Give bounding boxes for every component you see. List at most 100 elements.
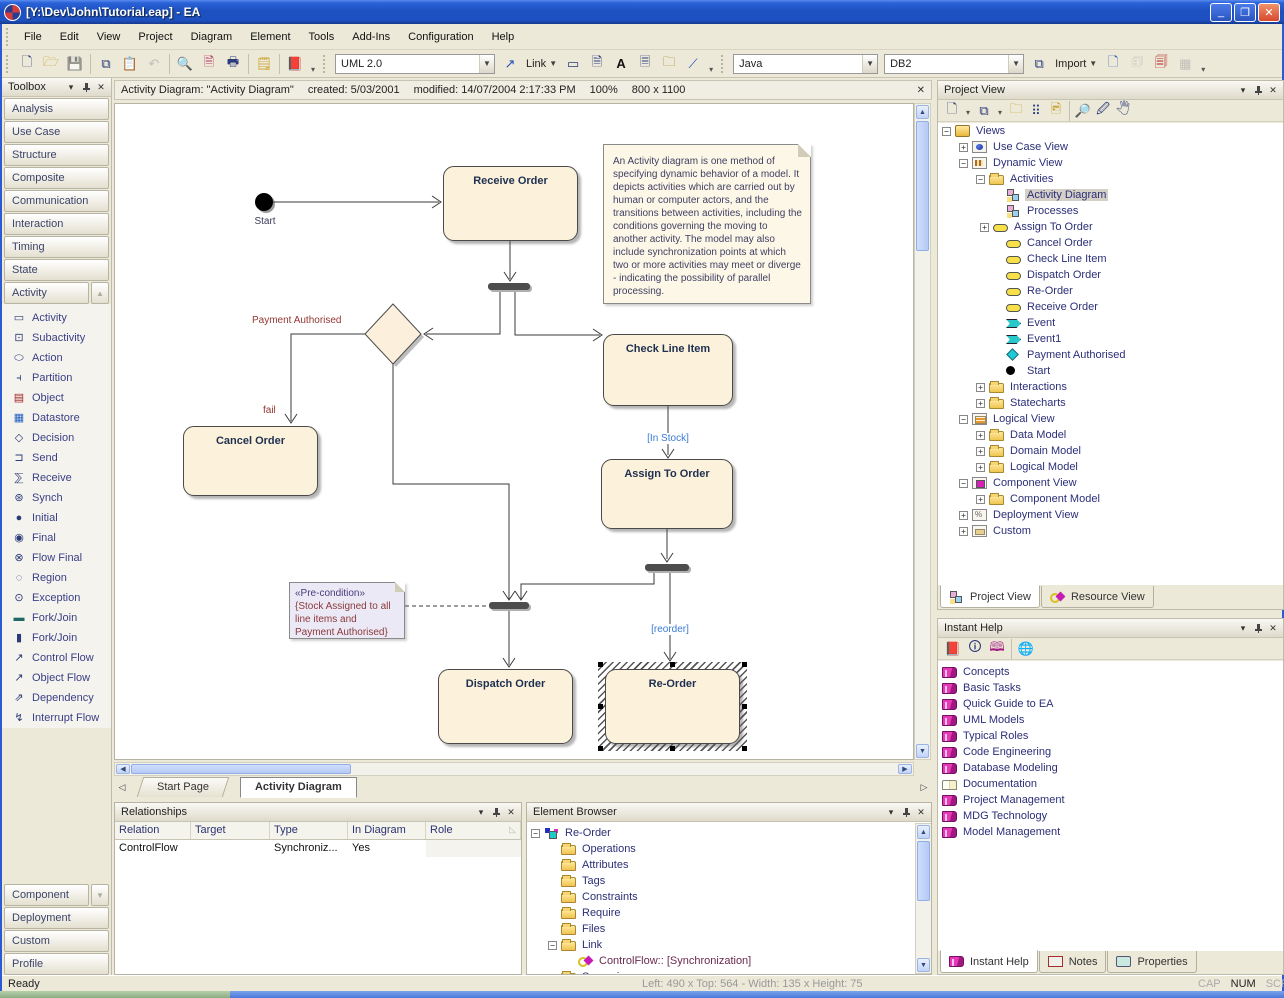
tree-item-component-view[interactable]: −Component View [938, 475, 1283, 491]
toolbox-item-exception[interactable]: ⊙Exception [2, 588, 111, 608]
page-add-icon[interactable]: 🗋 [1102, 53, 1124, 75]
tree-item-start[interactable]: Start [938, 363, 1283, 379]
tree-item-activities[interactable]: −Activities [938, 171, 1283, 187]
tree-item-cancel-order[interactable]: Cancel Order [938, 235, 1283, 251]
tab-properties[interactable]: Properties [1107, 951, 1196, 973]
toolbox-section-timing[interactable]: Timing [4, 236, 109, 258]
scroll-down-icon[interactable]: ▼ [917, 958, 930, 972]
help-item-quick-guide[interactable]: Quick Guide to EA [938, 696, 1283, 712]
toolbox-section-composite[interactable]: Composite [4, 167, 109, 189]
paste-icon[interactable]: 📋 [119, 53, 141, 75]
canvas-horizontal-scrollbar[interactable]: ◀ ▶ [114, 762, 914, 776]
pin-icon[interactable] [899, 805, 913, 819]
tree-item-assign-to-order[interactable]: +Assign To Order [938, 219, 1283, 235]
new-file-icon[interactable]: 🗋 [16, 53, 38, 75]
toolbox-section-deployment[interactable]: Deployment [4, 907, 109, 929]
rectangle-tool-icon[interactable]: ▭ [562, 53, 584, 75]
panel-menu-icon[interactable]: ▾ [1236, 621, 1250, 635]
selection-handle[interactable] [742, 704, 747, 709]
notes-icon[interactable]: 🗒 [253, 53, 275, 75]
tab-instant-help[interactable]: Instant Help [940, 950, 1038, 973]
column-relation[interactable]: Relation [115, 822, 191, 839]
chevron-down-icon[interactable]: ▼ [1008, 55, 1023, 73]
tree-item-re-order[interactable]: −Re-Order [527, 825, 931, 841]
tree-item-dynamic-view[interactable]: −Dynamic View [938, 155, 1283, 171]
node-check-line-item[interactable]: Check Line Item [603, 334, 733, 406]
tab-scroll-left-icon[interactable]: ◁ [114, 778, 130, 796]
toolbox-section-state[interactable]: State [4, 259, 109, 281]
tab-notes[interactable]: Notes [1039, 951, 1107, 973]
hand-icon[interactable]: 🖑 [1114, 100, 1132, 122]
tree-item-component-model[interactable]: +Component Model [938, 491, 1283, 507]
help-item-basic-tasks[interactable]: Basic Tasks [938, 680, 1283, 696]
link-dropdown[interactable]: Link ▼ [522, 56, 561, 72]
column-target[interactable]: Target [191, 822, 270, 839]
tab-start-page[interactable]: Start Page [137, 777, 229, 797]
help-item-project-management[interactable]: Project Management [938, 792, 1283, 808]
tree-item-re-order[interactable]: Re-Order [938, 283, 1283, 299]
help-icon[interactable]: 🛈 [965, 638, 985, 660]
menu-tools[interactable]: Tools [300, 27, 344, 47]
diagram-canvas[interactable]: An Activity diagram is one method of spe… [114, 103, 914, 760]
print-icon[interactable]: 🖶 [222, 53, 244, 75]
generate-icon[interactable]: ▦ [1174, 53, 1196, 75]
menu-gripper[interactable] [6, 28, 11, 46]
tree-item-files[interactable]: Files [527, 921, 931, 937]
selection-handle[interactable] [598, 704, 603, 709]
node-dispatch-order[interactable]: Dispatch Order [438, 669, 573, 744]
tree-item-controlflow[interactable]: ControlFlow:: [Synchronization] [527, 953, 931, 969]
help-book-icon[interactable]: 📕 [284, 53, 306, 75]
toolbox-item-decision[interactable]: ◇Decision [2, 428, 111, 448]
tree-item-require[interactable]: Require [527, 905, 931, 921]
tree-item-payment-authorised[interactable]: Payment Authorised [938, 347, 1283, 363]
close-icon[interactable]: ✕ [94, 80, 108, 94]
toolbox-scroll-up-icon[interactable]: ▲ [91, 282, 109, 304]
selection-handle[interactable] [670, 746, 675, 751]
quill-icon[interactable]: 🖉 [1094, 100, 1112, 122]
tab-activity-diagram[interactable]: Activity Diagram [240, 777, 357, 798]
panel-menu-icon[interactable]: ▾ [1236, 83, 1250, 97]
language-combo[interactable]: Java ▼ [733, 54, 878, 74]
pin-icon[interactable] [79, 80, 93, 94]
tree-item-views[interactable]: −Views [938, 123, 1283, 139]
help-item-mdg-technology[interactable]: MDG Technology [938, 808, 1283, 824]
toolbox-section-custom[interactable]: Custom [4, 930, 109, 952]
tree-item-attributes[interactable]: Attributes [527, 857, 931, 873]
panel-menu-icon[interactable]: ▾ [474, 805, 488, 819]
node-receive-order[interactable]: Receive Order [443, 166, 578, 241]
document-tool-icon[interactable]: 🗏 [634, 53, 656, 75]
tree-item-deployment-view[interactable]: +Deployment View [938, 507, 1283, 523]
toolbox-section-component[interactable]: Component [4, 884, 89, 906]
close-icon[interactable]: ✕ [504, 805, 518, 819]
toolbox-scroll-down-icon[interactable]: ▼ [91, 884, 109, 906]
print-preview-icon[interactable]: 🔍 [174, 53, 196, 75]
toolbox-section-activity[interactable]: Activity [4, 282, 89, 304]
scroll-right-icon[interactable]: ▶ [898, 764, 912, 774]
vertical-scroll-thumb[interactable] [917, 841, 930, 901]
pin-icon[interactable] [1251, 83, 1265, 97]
book-icon[interactable]: 📕 [943, 638, 963, 660]
documentation-note[interactable]: An Activity diagram is one method of spe… [603, 144, 811, 304]
minimize-button[interactable]: _ [1210, 3, 1232, 22]
chevron-down-icon[interactable]: ▾ [994, 104, 1006, 118]
toolbox-item-final[interactable]: ◉Final [2, 528, 111, 548]
node-cancel-order[interactable]: Cancel Order [183, 426, 318, 496]
menu-project[interactable]: Project [129, 27, 181, 47]
toolbox-section-interaction[interactable]: Interaction [4, 213, 109, 235]
toolbox-section-structure[interactable]: Structure [4, 144, 109, 166]
pin-icon[interactable] [489, 805, 503, 819]
toolbox-item-datastore[interactable]: ▦Datastore [2, 408, 111, 428]
start-node[interactable] [255, 193, 273, 211]
help-item-code-engineering[interactable]: Code Engineering [938, 744, 1283, 760]
toolbar-overflow-icon[interactable]: ▾ [307, 53, 319, 75]
column-in-diagram[interactable]: In Diagram [348, 822, 426, 839]
join-bar[interactable] [489, 602, 529, 609]
new-diagram-icon[interactable]: ⠿ [1027, 100, 1045, 122]
horizontal-scroll-thumb[interactable] [131, 764, 351, 774]
menu-diagram[interactable]: Diagram [182, 27, 242, 47]
tree-item-event1[interactable]: Event1 [938, 331, 1283, 347]
close-icon[interactable]: ✕ [1266, 83, 1280, 97]
menu-file[interactable]: File [15, 27, 51, 47]
toolbox-item-interrupt-flow[interactable]: ↯Interrupt Flow [2, 708, 111, 728]
toolbox-item-subactivity[interactable]: ⊡Subactivity [2, 328, 111, 348]
